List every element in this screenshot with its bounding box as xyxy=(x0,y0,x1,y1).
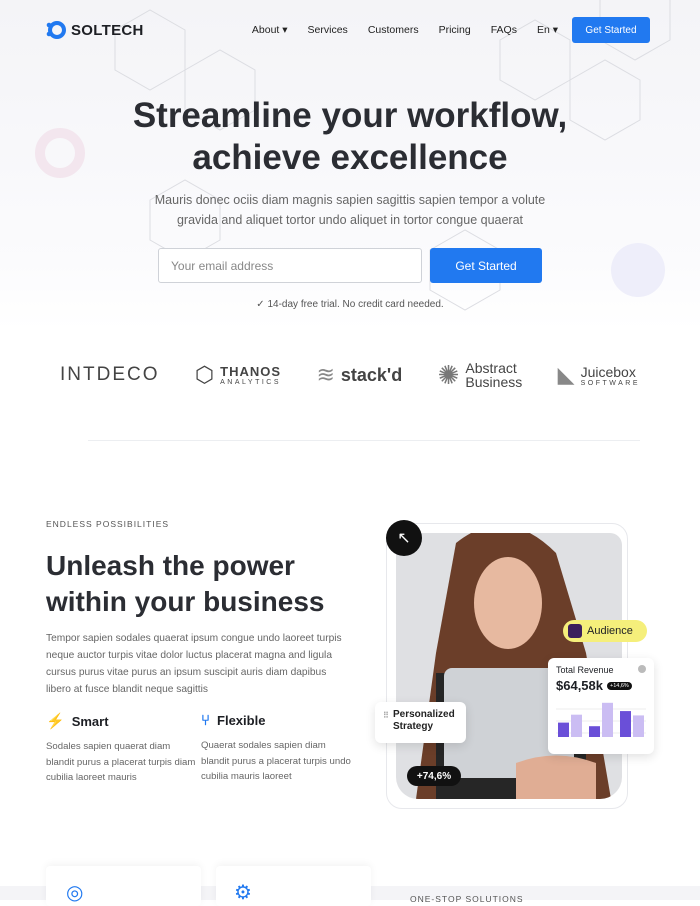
section-divider xyxy=(88,440,640,441)
help-icon xyxy=(638,665,646,673)
hero-get-started-button[interactable]: Get Started xyxy=(430,248,542,283)
check-icon: ✓ xyxy=(256,299,268,310)
audience-badge: Audience xyxy=(563,620,647,642)
logo-intdeco: INTDECO xyxy=(60,364,160,385)
logo-icon xyxy=(46,21,66,39)
strategy-card: ⠿ Personalized Strategy xyxy=(375,702,466,743)
hero-subtitle: Mauris donec ociis diam magnis sapien sa… xyxy=(154,193,546,227)
brand-name: SOLTECH xyxy=(71,21,144,39)
juicebox-icon: ◣ xyxy=(557,362,575,387)
logo-juicebox: ◣ Juicebox SOFTWARE xyxy=(557,362,640,387)
nav-services[interactable]: Services xyxy=(308,24,348,36)
thanos-icon: ⬡ xyxy=(194,362,215,387)
solution-card: ⚙ xyxy=(216,866,371,906)
feature-smart: ⚡ Smart Sodales sapien quaerat diam bland… xyxy=(46,713,196,783)
arrow-up-left-button[interactable]: ↖ xyxy=(386,520,422,556)
logo-stackd: ≋ stack'd xyxy=(316,362,403,387)
brand-logo[interactable]: SOLTECH xyxy=(46,20,144,40)
git-flow-icon: ⑂ xyxy=(201,712,211,729)
nav-customers[interactable]: Customers xyxy=(368,24,419,36)
revenue-bar xyxy=(589,726,600,737)
hero-title: Streamline your workflow, achieve excelle… xyxy=(132,96,568,177)
revenue-bar xyxy=(620,711,631,737)
revenue-bar xyxy=(602,702,613,737)
section-title: Unleash the power within your business xyxy=(46,550,325,617)
lightbulb-icon: ⚡ xyxy=(46,713,65,730)
revenue-card: Total Revenue $64,58k +14,6% xyxy=(548,658,654,754)
top-nav: SOLTECH About ▾ Services Customers Prici… xyxy=(46,17,650,43)
nav-faqs[interactable]: FAQs xyxy=(491,24,517,36)
feature-flexible: ⑂ Flexible Quaerat sodales sapien diam bl… xyxy=(201,712,351,782)
language-select[interactable]: En ▾ xyxy=(537,24,558,36)
email-input[interactable]: Your email address xyxy=(158,248,422,283)
revenue-bar xyxy=(571,714,582,737)
logo-abstract: ✺ Abstract Business xyxy=(437,359,523,390)
next-eyebrow: ONE-STOP SOLUTIONS xyxy=(410,894,524,904)
revenue-bar xyxy=(558,722,569,737)
arrow-up-left-icon: ↖ xyxy=(397,530,411,547)
growth-badge: +74,6% xyxy=(407,766,461,786)
gear-icon: ⚙ xyxy=(234,882,252,904)
nav-pricing[interactable]: Pricing xyxy=(439,24,471,36)
logo-thanos: ⬡ THANOS ANALYTICS xyxy=(194,362,282,387)
grid-icon xyxy=(568,624,582,638)
drag-handle-icon: ⠿ xyxy=(383,711,389,720)
section-eyebrow: ENDLESS POSSIBILITIES xyxy=(46,519,170,529)
stack-icon: ≋ xyxy=(316,362,335,387)
nav-about[interactable]: About ▾ xyxy=(252,24,288,36)
solution-card: ◎ xyxy=(46,866,201,906)
target-icon: ◎ xyxy=(66,882,84,904)
partner-logos: INTDECO ⬡ THANOS ANALYTICS ≋ stack'd ✺ Abstr… xyxy=(60,355,640,395)
trial-note: ✓ 14-day free trial. No credit card need… xyxy=(256,299,444,310)
revenue-bar-chart xyxy=(556,702,646,737)
abstract-icon: ✺ xyxy=(437,359,460,390)
section-body: Tempor sapien sodales quaerat ipsum cong… xyxy=(46,633,342,695)
revenue-bar xyxy=(633,715,644,737)
nav-get-started-button[interactable]: Get Started xyxy=(572,17,650,43)
